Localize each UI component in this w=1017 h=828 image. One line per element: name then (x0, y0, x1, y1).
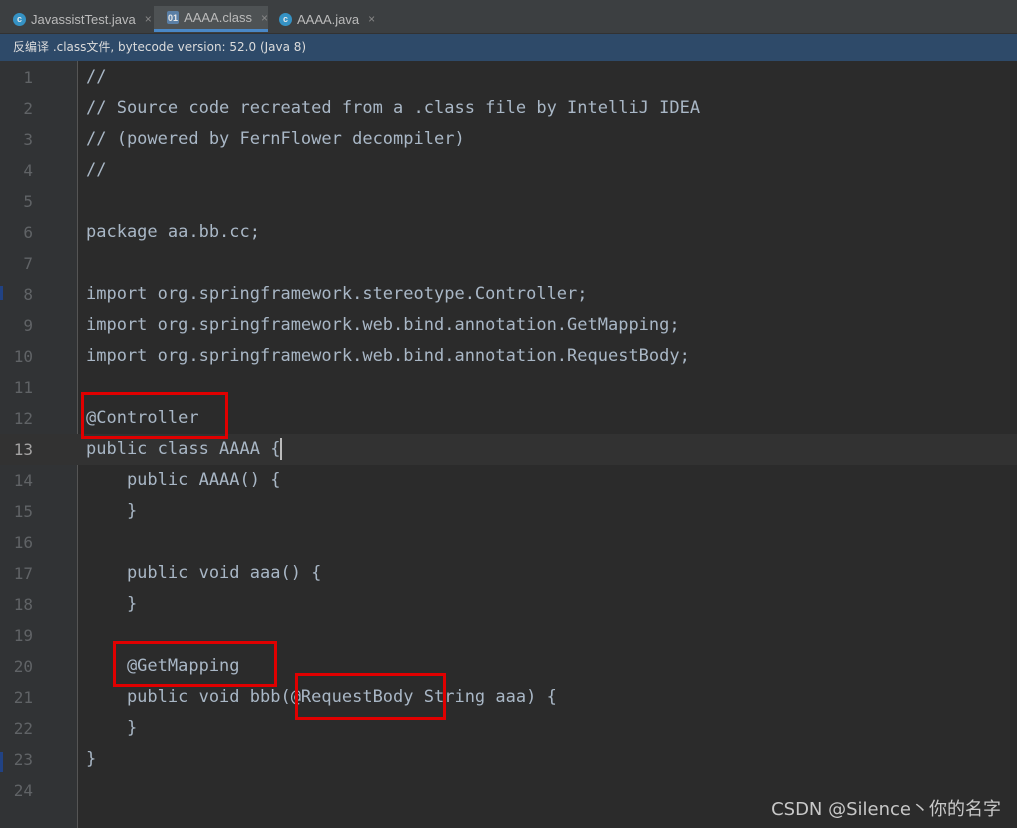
line-text[interactable]: // (86, 62, 106, 93)
line-number: 12 (13, 409, 33, 428)
line-text[interactable]: @Controller (86, 403, 199, 434)
code-line[interactable]: 2 // Source code recreated from a .class … (0, 93, 1017, 124)
line-number: 14 (13, 471, 33, 490)
line-text[interactable]: public class AAAA { (86, 434, 283, 465)
line-number: 24 (13, 781, 33, 800)
line-text[interactable]: public void aaa() { (86, 558, 321, 589)
line-text[interactable]: // (86, 155, 106, 186)
close-icon[interactable]: × (145, 12, 152, 26)
code-line[interactable]: 15 } (0, 496, 1017, 527)
line-text[interactable]: import org.springframework.web.bind.anno… (86, 341, 690, 372)
tab-label: AAAA.class (184, 10, 252, 25)
code-line[interactable]: 1 // (0, 62, 1017, 93)
line-number: 23 (13, 750, 33, 769)
line-number: 8 (23, 285, 33, 304)
text-caret (280, 438, 283, 460)
line-number: 13 (13, 440, 33, 459)
close-icon[interactable]: × (368, 12, 375, 26)
code-line[interactable]: 23} (0, 744, 1017, 775)
tab-aaaa-java[interactable]: c AAAA.java × (266, 6, 376, 32)
line-number: 15 (13, 502, 33, 521)
line-number: 17 (13, 564, 33, 583)
line-number: 22 (13, 719, 33, 738)
code-line[interactable]: 21 public void bbb(@RequestBody String a… (0, 682, 1017, 713)
code-line[interactable]: 11 (0, 372, 1017, 403)
line-number: 10 (13, 347, 33, 366)
tab-label: AAAA.java (297, 11, 360, 27)
code-line[interactable]: 20 @GetMapping (0, 651, 1017, 682)
code-line[interactable]: 6 package aa.bb.cc; (0, 217, 1017, 248)
line-number: 3 (23, 130, 33, 149)
line-text[interactable]: // Source code recreated from a .class f… (86, 93, 700, 124)
line-number: 20 (13, 657, 33, 676)
editor-tab-bar: c JavassistTest.java × 01 AAAA.class × c… (0, 0, 1017, 34)
line-number: 9 (23, 316, 33, 335)
line-text[interactable]: public AAAA() { (86, 465, 281, 496)
line-text[interactable]: @GetMapping (86, 651, 240, 682)
code-line[interactable]: 17 public void aaa() { (0, 558, 1017, 589)
line-text[interactable]: import org.springframework.web.bind.anno… (86, 310, 680, 341)
line-number: 16 (13, 533, 33, 552)
line-number: 19 (13, 626, 33, 645)
line-number: 1 (23, 68, 33, 87)
line-text[interactable]: } (86, 496, 137, 527)
code-line[interactable]: 3 // (powered by FernFlower decompiler) (0, 124, 1017, 155)
code-line[interactable]: 4 // (0, 155, 1017, 186)
code-line[interactable]: 14 public AAAA() { (0, 465, 1017, 496)
code-line[interactable]: 8 import org.springframework.stereotype.C… (0, 279, 1017, 310)
tab-label: JavassistTest.java (31, 11, 136, 27)
line-number: 2 (23, 99, 33, 118)
line-text[interactable]: } (86, 589, 137, 620)
line-text[interactable]: } (86, 713, 137, 744)
line-number: 7 (23, 254, 33, 273)
code-line[interactable]: 5 (0, 186, 1017, 217)
line-number: 5 (23, 192, 33, 211)
line-number: 6 (23, 223, 33, 242)
line-text-content: public class AAAA { (86, 439, 281, 459)
class-file-icon: 01 (167, 11, 180, 24)
code-line-current[interactable]: 13 public class AAAA { (0, 434, 1017, 465)
line-number: 18 (13, 595, 33, 614)
decompiled-notice-banner: 反编译 .class文件, bytecode version: 52.0 (Ja… (0, 34, 1017, 61)
watermark: CSDN @Silence丶你的名字 (771, 799, 1001, 820)
line-text[interactable]: package aa.bb.cc; (86, 217, 260, 248)
java-class-icon: c (279, 12, 292, 26)
line-text[interactable]: // (powered by FernFlower decompiler) (86, 124, 465, 155)
code-line[interactable]: 10 import org.springframework.web.bind.an… (0, 341, 1017, 372)
java-class-icon: c (13, 12, 26, 26)
code-line[interactable]: 7 (0, 248, 1017, 279)
line-text[interactable]: import org.springframework.stereotype.Co… (86, 279, 588, 310)
line-text[interactable]: } (86, 744, 96, 775)
code-line[interactable]: 19 (0, 620, 1017, 651)
code-line[interactable]: 16 (0, 527, 1017, 558)
tab-javassisttest-java[interactable]: c JavassistTest.java × (0, 6, 152, 32)
tab-aaaa-class[interactable]: 01 AAAA.class × (154, 6, 268, 32)
code-line[interactable]: 9 import org.springframework.web.bind.ann… (0, 310, 1017, 341)
code-line[interactable]: 12 @Controller (0, 403, 1017, 434)
line-number: 11 (13, 378, 33, 397)
line-number: 21 (13, 688, 33, 707)
code-line[interactable]: 22 } (0, 713, 1017, 744)
line-text[interactable]: public void bbb(@RequestBody String aaa)… (86, 682, 557, 713)
code-line[interactable]: 18 } (0, 589, 1017, 620)
line-number: 4 (23, 161, 33, 180)
